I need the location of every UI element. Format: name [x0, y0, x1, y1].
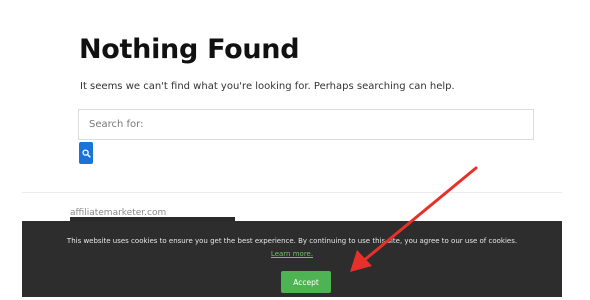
learn-more-link[interactable]: Learn more. [22, 250, 562, 258]
cookie-consent-bar: This website uses cookies to ensure you … [22, 221, 562, 297]
accept-cookies-button[interactable]: Accept [281, 271, 331, 293]
content-divider [22, 192, 562, 193]
page: Nothing Found It seems we can't find wha… [0, 0, 590, 300]
cookie-message: This website uses cookies to ensure you … [66, 237, 518, 245]
search-icon [81, 148, 91, 158]
search-button[interactable] [79, 142, 93, 164]
search-input[interactable] [78, 109, 534, 140]
not-found-message: It seems we can't find what you're looki… [80, 81, 455, 92]
page-title: Nothing Found [79, 34, 300, 65]
